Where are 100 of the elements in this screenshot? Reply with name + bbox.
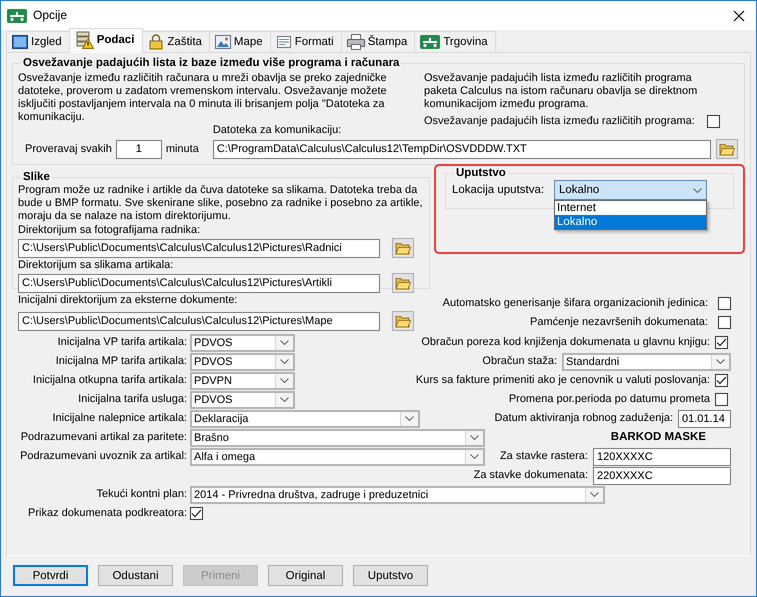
text-field[interactable]: 220XXXXC	[593, 466, 731, 484]
app-icon	[420, 35, 440, 49]
field-label: Inicijalni direktorijum za eksterne dokumente:	[18, 294, 238, 307]
browse-button[interactable]	[392, 238, 414, 258]
field-label: Pamćenje nezavršenih dokumenata:	[530, 316, 708, 329]
tab[interactable]: Zaštita	[142, 31, 210, 52]
field-label: Prikaz dokumenata podkreatora:	[27, 507, 187, 520]
text-field[interactable]: 01.01.14	[678, 410, 731, 428]
chevron-icon	[280, 340, 289, 345]
text-field[interactable]: C:\ProgramData\Calculus\Calculus12\TempDir\OSVDDDW.TXT	[212, 140, 711, 158]
checkbox[interactable]	[715, 336, 728, 349]
text-field[interactable]: 120XXXXC	[593, 448, 731, 466]
chevron-icon	[692, 188, 702, 192]
group-title: Osvežavanje padajućih lista iz baze između više programa i računara	[22, 57, 400, 70]
chevron-icon	[470, 454, 479, 459]
field-label: Obračun poreza kod knjiženja dokumenata u glavnu knjigu:	[421, 336, 710, 349]
chevron-icon	[590, 492, 599, 497]
checkbox[interactable]	[706, 115, 720, 128]
dropdown-option[interactable]: Internet	[555, 201, 706, 215]
folder-icon	[395, 276, 411, 290]
field-label: Inicijalna otkupna tarifa artikala:	[32, 374, 187, 387]
field-label: Podrazumevani artikal za paritete:	[20, 431, 187, 444]
dropdown-option[interactable]: Lokalno	[555, 215, 706, 229]
chevron-icon	[280, 397, 289, 402]
check-icon	[191, 509, 202, 518]
field-label: Za stavke rastera:	[500, 450, 588, 463]
field-label: Datoteka za komunikaciju:	[212, 124, 342, 137]
document-icon	[276, 34, 292, 50]
field-label: Inicijalna MP tarifa artikala:	[54, 355, 187, 368]
check-icon	[716, 338, 727, 347]
dropdown[interactable]: PDVOS	[190, 390, 295, 408]
field-label: Direktorijum sa slikama artikala:	[18, 259, 174, 272]
field-label: Automatsko generisanje šifara organizacionih jedinica:	[442, 297, 708, 310]
tab[interactable]: Štampa	[340, 31, 416, 52]
field-label: Inicijalna tarifa usluga:	[77, 393, 187, 406]
dialog-button[interactable]: Original	[268, 565, 343, 586]
dialog-button[interactable]: Potvrdi	[13, 565, 88, 586]
checkbox[interactable]	[718, 316, 731, 329]
field-label: Inicijalna VP tarifa artikala:	[56, 336, 187, 349]
check-icon	[716, 376, 727, 385]
field-label: Promena por.perioda po datumu prometa	[508, 393, 710, 406]
browse-button[interactable]	[392, 273, 414, 293]
field-label: Proveravaj svakih	[25, 143, 112, 156]
database-warning-icon	[76, 31, 94, 49]
section-heading: BARKOD MASKE	[610, 431, 706, 444]
field-label: Kurs sa fakture primeniti ako je cenovnik u valuti poslovanja:	[416, 374, 710, 387]
field-label: Obračun staža:	[482, 355, 557, 368]
text-field[interactable]: C:\Users\Public\Documents\Calculus\Calculus12\Pictures\Mape	[18, 312, 380, 330]
dropdown[interactable]: Lokalno	[554, 180, 707, 200]
text-field[interactable]: C:\Users\Public\Documents\Calculus\Calculus12\Pictures\Artikli	[18, 274, 380, 292]
folder-icon	[718, 142, 735, 156]
folder-icon	[395, 242, 411, 254]
tab[interactable]: Mape	[208, 31, 271, 52]
field-label: Datum aktiviranja robnog zaduženja:	[494, 412, 673, 425]
dropdown[interactable]: Alfa i omega	[190, 448, 485, 466]
browse-button[interactable]	[716, 139, 738, 159]
group-title: Uputstvo	[455, 167, 507, 180]
printer-icon	[346, 34, 365, 50]
text-field[interactable]: 1	[116, 140, 162, 159]
field-label: Lokacija uputstva:	[452, 184, 546, 196]
tab[interactable]: Izgled	[6, 31, 70, 52]
dropdown[interactable]: Deklaracija	[190, 410, 420, 428]
checkbox[interactable]	[715, 374, 728, 387]
dropdown[interactable]: PDVPN	[190, 372, 295, 390]
description-text: Osvežavanje padajućih lista između različitih programa paketa Calculus na istom računaru obavlja se direktnom komunikacijom između programa.	[424, 72, 698, 111]
chevron-icon	[470, 435, 479, 440]
checkbox[interactable]	[718, 297, 731, 310]
field-label: Inicijalne nalepnice artikala:	[51, 412, 187, 425]
dialog-button[interactable]: Uputstvo	[353, 565, 428, 586]
chevron-icon	[280, 378, 289, 383]
screen-icon	[12, 34, 28, 50]
dropdown[interactable]: PDVOS	[190, 352, 295, 370]
tab[interactable]: Trgovina	[414, 31, 496, 52]
chevron-icon	[280, 359, 289, 364]
image-icon	[214, 34, 231, 50]
dropdown[interactable]: PDVOS	[190, 334, 295, 352]
text-field[interactable]: C:\Users\Public\Documents\Calculus\Calculus12\Pictures\Radnici	[18, 238, 380, 258]
chevron-icon	[716, 359, 725, 364]
chevron-icon	[405, 416, 414, 421]
description-text: Osvežavanje između različitih računara u mreži obavlja se preko zajedničke datoteke, proverom u zadatom vremenskom intervalu. Osvežavanje možete isključiti postavljanjem intervala na 0 minuta ili brisanjem polja "Datoteka za komunikaciju.	[18, 72, 388, 125]
field-label: Direktorijum sa fotografijama radnika:	[18, 224, 202, 237]
field-label: Osvežavanje padajućih lista između različitih programa:	[424, 115, 695, 128]
window-title: Opcije	[33, 9, 68, 22]
description-text: Program može uz radnike i artikle da čuva datoteke sa slikama. Datoteka treba da bude u BMP formatu. Sve skenirane slike, posebno za radnike i posebno za artikle, moraju da se nalaze na istom direktorijumu.	[18, 184, 424, 223]
field-label: Tekući kontni plan:	[96, 488, 187, 501]
dialog-button[interactable]: Odustani	[98, 565, 173, 586]
close-icon[interactable]	[733, 10, 745, 22]
browse-button[interactable]	[392, 311, 414, 331]
group-title: Slike	[22, 171, 51, 184]
dropdown[interactable]: Standardni	[562, 352, 731, 370]
checkbox[interactable]	[715, 393, 728, 406]
dropdown[interactable]: 2014 - Privredna društva, zadruge i preduzetnici	[190, 486, 605, 504]
checkbox[interactable]	[190, 507, 203, 520]
dropdown[interactable]: Brašno	[190, 428, 485, 446]
tab[interactable]: Podaci	[68, 28, 144, 53]
lock-icon	[148, 34, 164, 50]
field-label: Podrazumevani uvoznik za artikal:	[19, 450, 187, 463]
field-label: Za stavke dokumenata:	[474, 469, 588, 482]
folder-icon	[395, 314, 411, 328]
field-label: minuta	[166, 143, 199, 156]
